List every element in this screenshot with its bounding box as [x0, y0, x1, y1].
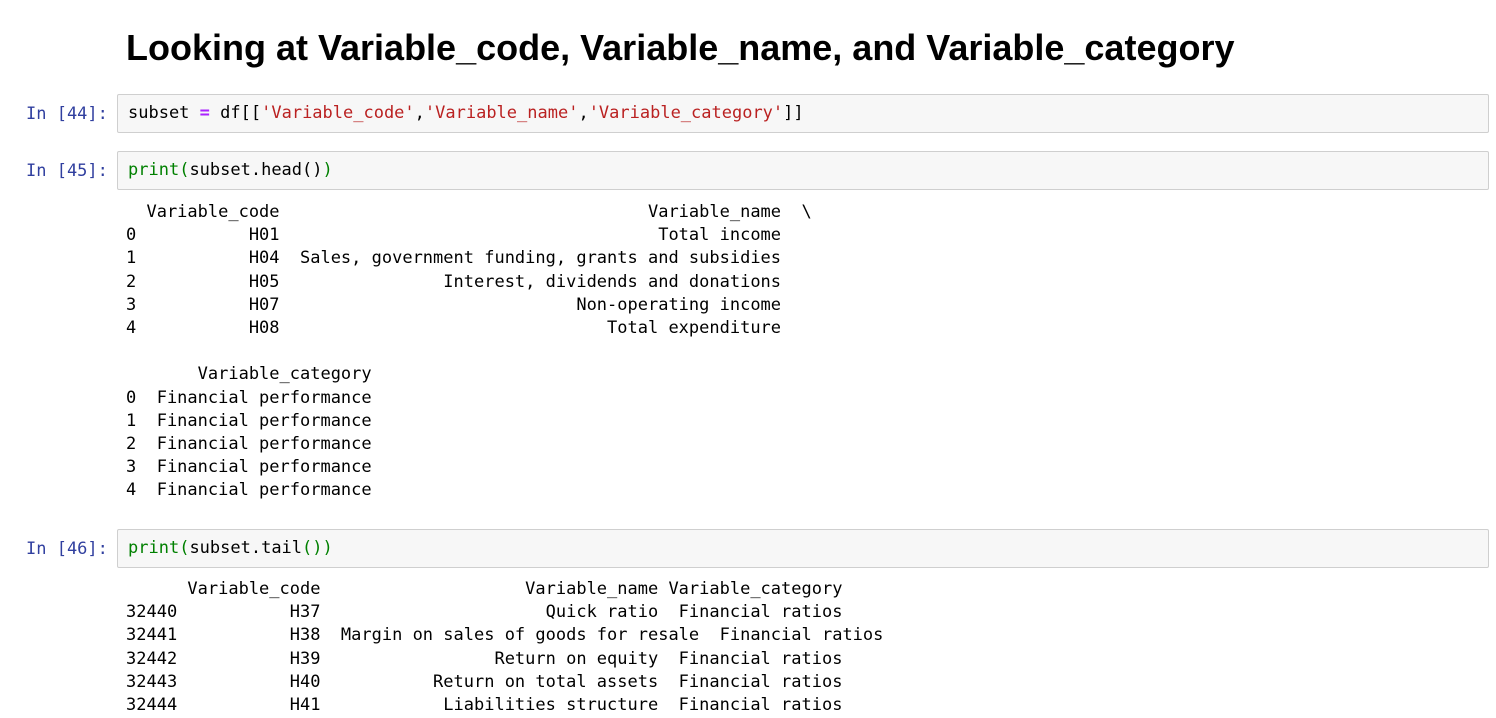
output-line: 0 H01 Total income	[126, 225, 812, 246]
cell-46-output: Variable_code Variable_name Variable_cat…	[126, 578, 883, 717]
output-line: 32442 H39 Return on equity Financial rat…	[126, 648, 843, 669]
code-token: ,	[414, 103, 425, 123]
output-line: Variable_code Variable_name \	[126, 202, 812, 222]
cell-44-code-input[interactable]: subset = df[['Variable_code','Variable_n…	[117, 94, 1489, 133]
output-line: 32441 H38 Margin on sales of goods for r…	[126, 625, 884, 646]
code-token: ,	[578, 103, 589, 123]
notebook-page: Looking at Variable_code, Variable_name,…	[0, 0, 1496, 718]
section-heading: Looking at Variable_code, Variable_name,…	[126, 27, 1235, 68]
code-token: )	[322, 538, 333, 558]
output-line: 32440 H37 Quick ratio Financial ratios	[126, 602, 843, 623]
code-token: subset	[128, 103, 190, 123]
code-token: )	[322, 160, 333, 180]
code-token: 'Variable_category'	[588, 103, 784, 123]
cell-45-output: Variable_code Variable_name \ 0 H01 Tota…	[126, 201, 812, 503]
output-line: 4 H08 Total expenditure	[126, 318, 812, 339]
cell-46-prompt: In [46]:	[26, 539, 108, 559]
output-line: 2 H05 Interest, dividends and donations	[126, 271, 812, 292]
code-token: 'Variable_code'	[261, 103, 415, 123]
code-token: 'Variable_name'	[424, 103, 579, 123]
output-line: Variable_category	[126, 364, 393, 385]
code-token: ]]	[783, 103, 804, 123]
output-line: 0 Financial performance	[126, 387, 393, 408]
code-token: subset.tail	[189, 538, 303, 558]
code-token: (	[179, 160, 190, 180]
code-token: (	[179, 538, 190, 558]
output-line: 2 Financial performance	[126, 434, 393, 455]
output-line: 1 Financial performance	[126, 410, 393, 431]
output-line: 1 H04 Sales, government funding, grants …	[126, 248, 812, 269]
code-token: subset.head()	[189, 160, 323, 180]
code-token: print	[128, 538, 180, 558]
cell-45-code-input[interactable]: print(subset.head())	[117, 151, 1489, 190]
output-line: 3 Financial performance	[126, 457, 393, 478]
output-line: Variable_code Variable_name Variable_cat…	[126, 579, 843, 599]
cell-45-prompt: In [45]:	[26, 161, 108, 181]
cell-44-prompt: In [44]:	[26, 104, 108, 124]
cell-46-code-input[interactable]: print(subset.tail())	[117, 529, 1489, 568]
output-line: 32443 H40 Return on total assets Financi…	[126, 671, 843, 692]
output-line: 3 H07 Non-operating income	[126, 294, 812, 315]
output-line: 4 Financial performance	[126, 480, 393, 501]
code-token: df[[	[220, 103, 262, 123]
code-token: ()	[302, 538, 323, 558]
code-token: print	[128, 160, 180, 180]
code-token: =	[199, 103, 210, 123]
output-line: 32444 H41 Liabilities structure Financia…	[126, 695, 843, 716]
